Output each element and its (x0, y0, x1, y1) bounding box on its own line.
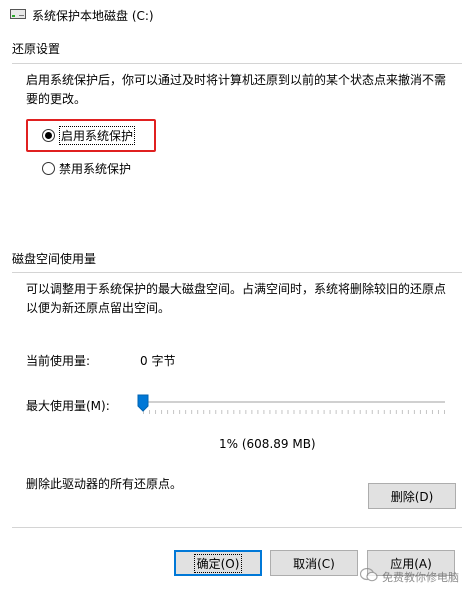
disk-usage-divider (12, 272, 462, 273)
ok-button[interactable]: 确定(O) (174, 550, 262, 576)
current-usage-label: 当前使用量: (26, 354, 91, 368)
delete-description: 删除此驱动器的所有还原点。 (26, 477, 183, 491)
disable-protection-label[interactable]: 禁用系统保护 (59, 160, 131, 177)
cancel-button[interactable]: 取消(C) (270, 550, 358, 576)
bottom-divider (12, 527, 462, 528)
title-bar: 系统保护本地磁盘 (C:) (0, 0, 474, 28)
max-usage-slider-thumb[interactable] (137, 394, 149, 412)
restore-settings-description: 启用系统保护后，你可以通过及时将计算机还原到以前的某个状态点来撤消不需 要的更改… (26, 71, 446, 109)
disk-usage-description-line1: 可以调整用于系统保护的最大磁盘空间。占满空间时，系统将删除较旧的还原点 (26, 282, 447, 296)
wechat-icon (359, 567, 378, 585)
disable-protection-radio[interactable]: 禁用系统保护 (42, 159, 131, 177)
cancel-button-label: 取消(C) (293, 556, 335, 571)
restore-settings-title: 还原设置 (12, 42, 61, 56)
watermark: 免费教你修电脑 (359, 567, 459, 585)
max-usage-slider-track[interactable] (143, 401, 445, 403)
max-usage-slider-ticks (143, 410, 445, 414)
enable-protection-radio[interactable]: 启用系统保护 (42, 125, 136, 145)
max-usage-label: 最大使用量(M): (26, 399, 110, 413)
delete-button[interactable]: 删除(D) (368, 483, 456, 509)
watermark-text: 免费教你修电脑 (382, 570, 459, 584)
current-usage-value: 0 字节 (140, 354, 176, 368)
delete-button-label: 删除(D) (390, 489, 434, 504)
restore-settings-description-line2: 要的更改。 (26, 92, 87, 106)
radio-button-checked[interactable] (42, 128, 55, 142)
disk-usage-description: 可以调整用于系统保护的最大磁盘空间。占满空间时，系统将删除较旧的还原点 以便为新… (26, 280, 446, 318)
ok-button-label: 确定(O) (193, 553, 243, 573)
restore-settings-description-line1: 启用系统保护后，你可以通过及时将计算机还原到以前的某个状态点来撤消不需 (26, 73, 447, 87)
disk-usage-title: 磁盘空间使用量 (12, 252, 97, 266)
enable-protection-label[interactable]: 启用系统保护 (59, 125, 136, 145)
radio-button-unchecked[interactable] (42, 161, 55, 175)
max-usage-value: 1% (608.89 MB) (219, 437, 316, 451)
window-title: 系统保护本地磁盘 (C:) (32, 9, 154, 23)
disk-usage-description-line2: 以便为新还原点留出空间。 (26, 301, 171, 315)
drive-icon (10, 8, 26, 20)
restore-settings-divider (12, 63, 462, 64)
